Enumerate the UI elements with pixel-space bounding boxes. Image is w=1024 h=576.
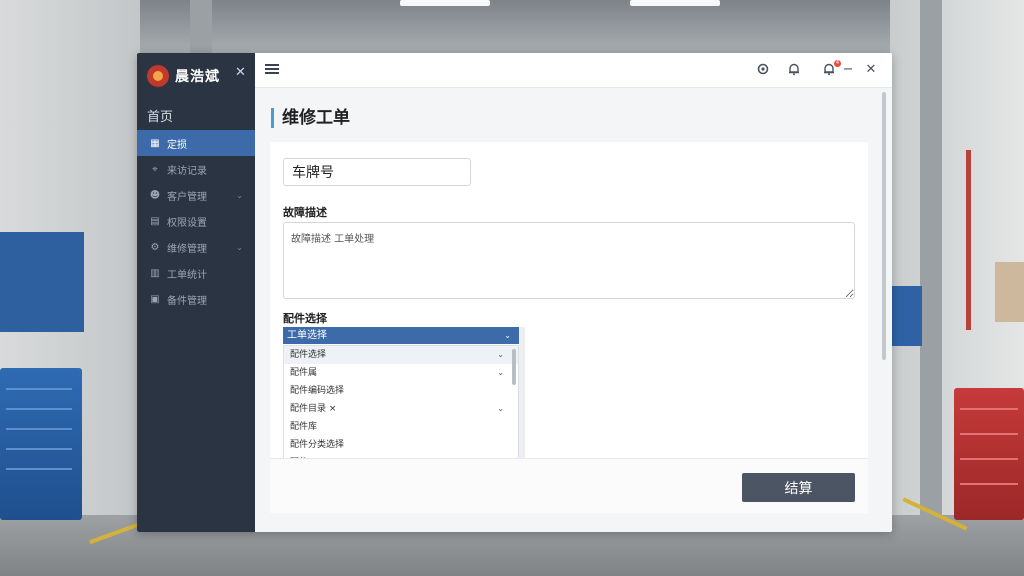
sidebar-item[interactable]: ▣ 备件管理 <box>137 286 255 312</box>
parts-selection-label: 配件选择 <box>283 312 327 325</box>
app-window: 晨浩斌 ✕ 首页 ▦ 定损 ⌖ 来访记录 ☻ 客户管理 ⌄ ▤ 权限设置 ⚙ 维修管理 ⌄ ▥ 工单统计 ▣… <box>137 53 892 532</box>
user-icon: ☻ <box>149 189 161 201</box>
fault-description-textarea[interactable]: 故障描述 工单处理 <box>283 222 855 299</box>
checkout-button[interactable]: 结算 <box>742 473 855 502</box>
sidebar-item[interactable]: ⚙ 维修管理 ⌄ <box>137 234 255 260</box>
chevron-down-icon: ⌄ <box>497 368 504 377</box>
sidebar-item-label: 维修管理 <box>167 243 207 255</box>
chevron-down-icon: ⌄ <box>497 404 504 413</box>
sidebar-item[interactable]: ▤ 权限设置 <box>137 208 255 234</box>
notification-bell-icon[interactable]: 4 <box>821 60 841 78</box>
parts-option-label: 配件编码选择 <box>290 386 345 396</box>
parts-option-item[interactable]: 配件目录 × ⌄ <box>284 400 518 418</box>
form-footer: 结算 <box>270 458 868 513</box>
ceiling-light <box>630 0 720 6</box>
sidebar-item-label: 权限设置 <box>167 217 207 229</box>
sidebar-menu: ▦ 定损 ⌖ 来访记录 ☻ 客户管理 ⌄ ▤ 权限设置 ⚙ 维修管理 ⌄ ▥ 工单统计 ▣ 备件管理 <box>137 130 255 312</box>
sidebar-item-label: 备件管理 <box>167 295 207 307</box>
box-icon: ▣ <box>150 293 160 305</box>
chart-icon: ▥ <box>150 267 160 279</box>
parts-list-scrollbar[interactable] <box>512 349 516 385</box>
garage-pillar <box>920 0 942 520</box>
sidebar-item-label: 来访记录 <box>167 165 207 177</box>
parts-options-list: 配件选择⌄配件属⌄配件编码选择配件目录 ×⌄配件库配件分类选择配件 <box>283 345 519 459</box>
chevron-down-icon: ⌄ <box>504 331 511 340</box>
cardboard-box <box>995 262 1024 322</box>
bell-icon[interactable] <box>786 62 802 78</box>
window-close-icon[interactable]: ✕ <box>863 62 879 78</box>
gear-icon: ⚙ <box>150 241 160 253</box>
parts-option-item[interactable]: 配件属 ⌄ <box>284 364 518 382</box>
parts-option-item[interactable]: 配件选择 ⌄ <box>284 346 518 364</box>
grid-icon: ▦ <box>150 137 160 149</box>
sidebar: 晨浩斌 ✕ 首页 ▦ 定损 ⌖ 来访记录 ☻ 客户管理 ⌄ ▤ 权限设置 ⚙ 维修管理 ⌄ ▥ 工单统计 ▣… <box>137 53 255 532</box>
clipboard-icon: ▤ <box>150 215 160 227</box>
tool-pegboard <box>0 232 84 332</box>
main-scrollbar[interactable] <box>882 92 886 360</box>
settings-gear-icon[interactable] <box>755 62 771 78</box>
red-tool-cabinet <box>954 388 1024 520</box>
parts-option-item[interactable]: 配件编码选择 <box>284 382 518 400</box>
menu-toggle-icon[interactable] <box>265 62 279 76</box>
parts-select-dropdown[interactable]: 工单选择 ⌄ <box>283 327 519 344</box>
parts-option-label: 配件目录 × <box>290 404 337 414</box>
brand-logo-icon <box>147 65 169 87</box>
chevron-down-icon: ⌄ <box>236 242 243 252</box>
parts-option-label: 配件库 <box>290 422 318 432</box>
sidebar-item-label: 客户管理 <box>167 191 207 203</box>
sidebar-item-label: 定损 <box>167 139 187 151</box>
page-title: 维修工单 <box>271 108 350 128</box>
minimize-icon[interactable]: − <box>840 62 856 78</box>
parts-list-scrollbar-track <box>519 327 525 459</box>
sidebar-item-label: 工单统计 <box>167 269 207 281</box>
sidebar-item[interactable]: ▦ 定损 <box>137 130 255 156</box>
sidebar-item[interactable]: ⌖ 来访记录 <box>137 156 255 182</box>
topbar: 4 − ✕ <box>255 53 892 88</box>
garage-ceiling <box>0 0 1024 60</box>
brand-name: 晨浩斌 <box>175 69 220 85</box>
red-hose <box>966 150 971 330</box>
sidebar-item[interactable]: ▥ 工单统计 <box>137 260 255 286</box>
close-icon[interactable]: ✕ <box>235 65 246 80</box>
parts-select-value: 工单选择 <box>287 330 327 341</box>
chevron-down-icon: ⌄ <box>497 350 504 359</box>
blue-equipment <box>890 286 922 346</box>
chevron-down-icon: ⌄ <box>236 190 243 200</box>
blue-tool-cabinet <box>0 368 82 520</box>
sidebar-home[interactable]: 首页 <box>147 106 173 125</box>
main-content: 维修工单 故障描述 故障描述 工单处理 配件选择 工单选择 ⌄ 配件选择⌄配件属… <box>255 88 892 532</box>
parts-option-item[interactable]: 配件分类选择 <box>284 436 518 454</box>
work-order-form: 故障描述 故障描述 工单处理 配件选择 工单选择 ⌄ 配件选择 ⌄ 配件属 ⌄ 配件编码… <box>270 142 868 513</box>
ceiling-light <box>400 0 490 6</box>
fault-description-label: 故障描述 <box>283 206 327 219</box>
parts-option-label: 配件分类选择 <box>290 440 345 450</box>
parts-option-item[interactable]: 配件库 <box>284 418 518 436</box>
parts-option-label: 配件选择 <box>290 350 327 360</box>
plate-number-input[interactable] <box>283 158 471 186</box>
brand: 晨浩斌 <box>147 63 220 89</box>
parts-option-label: 配件属 <box>290 368 318 378</box>
sidebar-item[interactable]: ☻ 客户管理 ⌄ <box>137 182 255 208</box>
location-icon: ⌖ <box>152 163 158 175</box>
